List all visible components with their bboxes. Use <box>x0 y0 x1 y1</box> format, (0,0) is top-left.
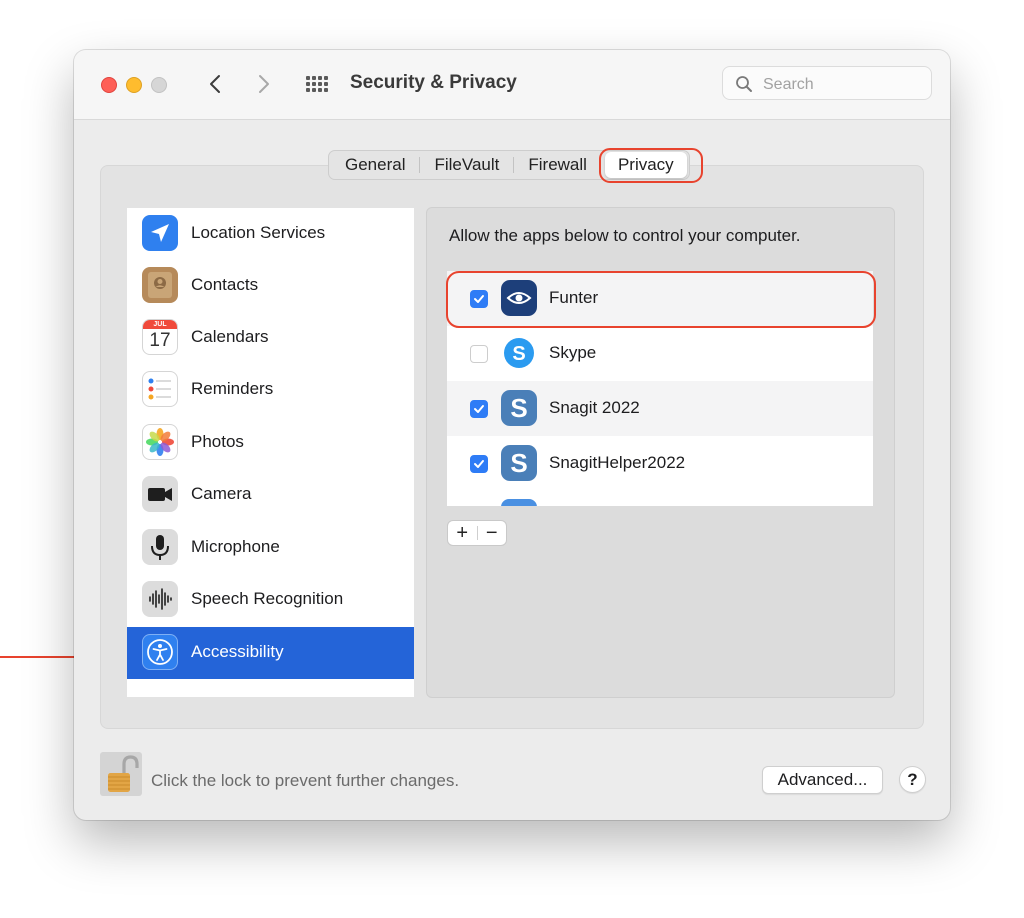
sidebar-item-label: Camera <box>191 484 252 503</box>
app-row-snagithelper[interactable]: S SnagitHelper2022 <box>447 436 873 491</box>
close-window-button[interactable] <box>101 77 117 93</box>
unlocked-padlock-icon <box>100 752 142 796</box>
sidebar-item-label: Accessibility <box>191 642 284 661</box>
sidebar-item-label: Speech Recognition <box>191 589 344 608</box>
microphone-icon <box>142 529 178 565</box>
partial-app-icon <box>501 499 537 506</box>
privacy-tab-annotation <box>599 148 703 183</box>
app-name: Skype <box>549 343 597 362</box>
tab-firewall[interactable]: Firewall <box>514 152 601 178</box>
svg-text:S: S <box>510 448 527 478</box>
show-all-grid-button[interactable] <box>302 72 330 96</box>
snagit-helper-icon: S <box>501 445 537 481</box>
app-checkbox[interactable] <box>470 400 488 418</box>
add-app-button[interactable]: + <box>448 521 477 545</box>
calendar-day: 17 <box>149 330 171 351</box>
sidebar-item-camera[interactable]: Camera <box>127 469 414 521</box>
sidebar-item-microphone[interactable]: Microphone <box>127 522 414 574</box>
tab-filevault[interactable]: FileVault <box>420 152 513 178</box>
sidebar-item-speech-recognition[interactable]: Speech Recognition <box>127 574 414 626</box>
search-icon <box>736 76 752 92</box>
camera-icon <box>142 476 178 512</box>
contacts-book-icon <box>142 267 178 303</box>
zoom-window-button[interactable] <box>151 77 167 93</box>
sidebar-item-photos[interactable]: Photos <box>127 417 414 469</box>
remove-app-button[interactable]: − <box>478 521 507 545</box>
lock-button[interactable] <box>100 752 142 796</box>
sidebar-item-accessibility[interactable]: Accessibility <box>127 627 414 679</box>
app-checkbox[interactable] <box>470 345 488 363</box>
calendar-month: JUL <box>153 321 167 328</box>
calendar-icon: JUL 17 <box>142 319 178 355</box>
snagit-icon: S <box>501 390 537 426</box>
app-row-snagit[interactable]: S Snagit 2022 <box>447 381 873 436</box>
accessibility-icon <box>142 634 178 670</box>
sidebar-item-label: Location Services <box>191 223 326 242</box>
sidebar-item-location-services[interactable]: Location Services <box>127 208 414 260</box>
sidebar-item-label: Photos <box>191 432 244 451</box>
app-row-skype[interactable]: S Skype <box>447 326 873 381</box>
sidebar-item-contacts[interactable]: Contacts <box>127 260 414 312</box>
lock-status-text: Click the lock to prevent further change… <box>151 771 460 790</box>
svg-text:S: S <box>510 393 527 423</box>
app-name: Snagit 2022 <box>549 398 640 417</box>
search-input[interactable] <box>761 73 925 97</box>
sidebar-item-label: Calendars <box>191 327 269 346</box>
checkmark-icon <box>474 460 484 468</box>
sidebar-item-label: Microphone <box>191 537 280 556</box>
preferences-window: Security & Privacy General FileVault Fir… <box>74 50 950 820</box>
location-arrow-icon <box>142 215 178 251</box>
funter-row-annotation <box>446 271 876 328</box>
add-remove-control: + − <box>447 520 507 546</box>
sidebar-item-reminders[interactable]: Reminders <box>127 364 414 416</box>
waveform-icon <box>142 581 178 617</box>
app-name: SnagitHelper2022 <box>549 453 686 472</box>
detail-description: Allow the apps below to control your com… <box>449 226 801 245</box>
tab-general[interactable]: General <box>331 152 419 178</box>
checkmark-icon <box>474 405 484 413</box>
help-button[interactable]: ? <box>899 766 926 793</box>
photos-flower-icon <box>142 424 178 460</box>
sidebar-item-label: Contacts <box>191 275 259 294</box>
reminders-list-icon <box>142 371 178 407</box>
chevron-left-icon <box>210 75 220 93</box>
minimize-window-button[interactable] <box>126 77 142 93</box>
search-field[interactable] <box>722 66 932 100</box>
chevron-right-icon <box>259 75 269 93</box>
skype-icon: S <box>501 335 537 371</box>
sidebar-item-calendars[interactable]: JUL 17 Calendars <box>127 312 414 364</box>
sidebar-item-label: Reminders <box>191 379 274 398</box>
svg-text:S: S <box>512 343 525 365</box>
app-checkbox[interactable] <box>470 455 488 473</box>
title-bar: Security & Privacy <box>74 50 950 120</box>
advanced-button[interactable]: Advanced... <box>762 766 883 794</box>
back-button[interactable] <box>200 68 230 100</box>
window-title: Security & Privacy <box>350 72 517 93</box>
forward-button[interactable] <box>249 68 279 100</box>
privacy-category-list: Location Services Contacts JUL 17 Calend… <box>127 208 414 697</box>
